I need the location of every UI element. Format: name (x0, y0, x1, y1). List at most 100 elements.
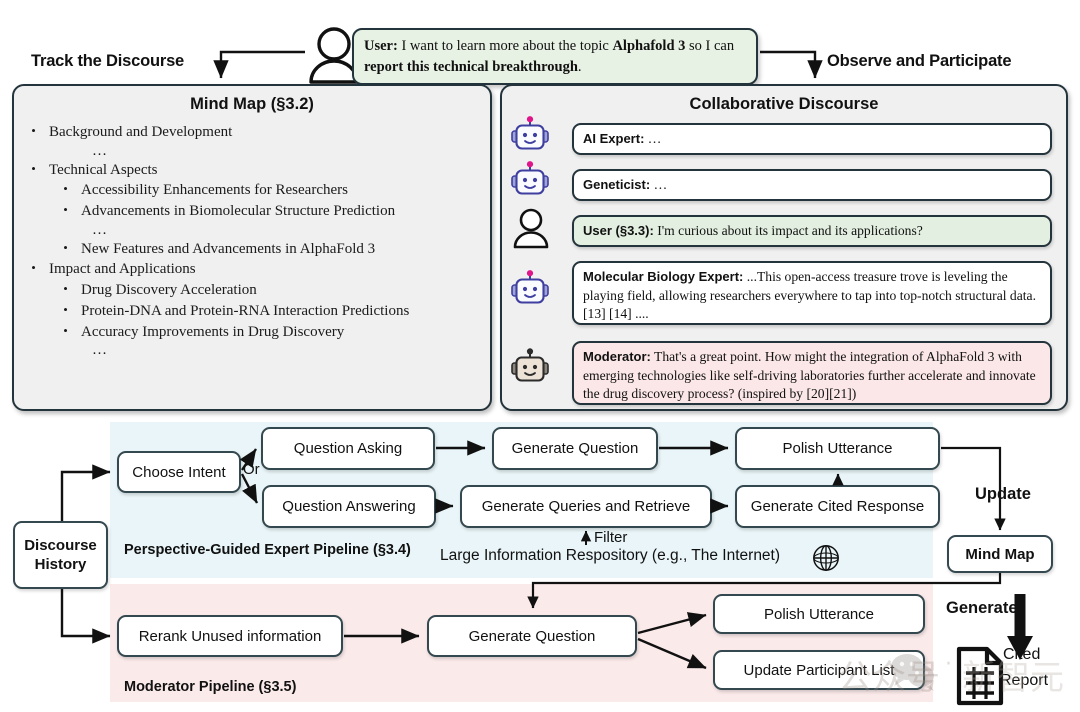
message-text: … (644, 130, 662, 146)
mind-map-item-label: Protein-DNA and Protein-RNA Interaction … (81, 302, 410, 319)
mind-map-item[interactable]: • Advancements in Biomolecular Structure … (14, 201, 490, 222)
node-label: Choose Intent (132, 463, 226, 481)
mind-map-ellipsis: … (92, 221, 107, 238)
bullet-icon: • (31, 160, 36, 176)
node-question-asking[interactable]: Question Asking (261, 427, 435, 470)
message-speaker: AI Expert: (583, 130, 645, 146)
user-prompt-text-2: so I can (685, 38, 735, 54)
user-prompt-bold-1: Alphafold 3 (612, 38, 686, 54)
node-update-participant-list[interactable]: Update Participant List (713, 650, 925, 690)
message-speaker: User (§3.3): (583, 222, 654, 238)
mind-map-item[interactable]: • Protein-DNA and Protein-RNA Interaction… (14, 301, 490, 322)
robot-blue-icon (509, 161, 551, 208)
node-generate-queries-and-retrieve[interactable]: Generate Queries and Retrieve (460, 485, 712, 528)
node-label: Polish Utterance (782, 440, 893, 457)
bullet-icon: • (63, 202, 68, 218)
node-generate-cited-response[interactable]: Generate Cited Response (735, 485, 940, 528)
robot-tan-icon (509, 348, 551, 395)
filter-label: Filter (594, 529, 628, 546)
message-speaker: Molecular Biology Expert: (583, 269, 744, 284)
node-rerank-unused-information[interactable]: Rerank Unused information (117, 615, 343, 657)
node-label: Update Participant List (743, 661, 895, 679)
node-discourse-history[interactable]: Discourse History (13, 521, 108, 589)
mind-map-item[interactable]: • Accuracy Improvements in Drug Discovery (14, 322, 490, 343)
watermark-dot: · (945, 652, 952, 677)
node-mind-map[interactable]: Mind Map (947, 535, 1053, 573)
message-text: … (650, 176, 668, 192)
user-prompt-speaker: User: (364, 38, 398, 54)
mind-map-item-label: Accuracy Improvements in Drug Discovery (81, 323, 345, 340)
bullet-icon: • (63, 181, 68, 197)
discourse-title: Collaborative Discourse (689, 95, 879, 113)
mind-map-item-label: Background and Development (49, 124, 233, 140)
node-question-answering[interactable]: Question Answering (262, 485, 436, 528)
node-polish-utterance-expert[interactable]: Polish Utterance (735, 427, 940, 470)
robot-blue-icon (509, 270, 551, 317)
user-prompt-text-3: . (577, 58, 582, 75)
node-label: Question Answering (282, 498, 416, 515)
mind-map-item-label: Drug Discovery Acceleration (81, 282, 257, 299)
mind-map-item-label: Impact and Applications (49, 261, 196, 278)
message-bubble-moderator: Moderator: That's a great point. How mig… (572, 341, 1052, 405)
user-avatar-icon (512, 207, 550, 254)
message-text: That's a great point. How might the inte… (583, 349, 1036, 402)
track-discourse-label: Track the Discourse (31, 52, 185, 70)
bullet-icon: • (63, 301, 68, 317)
expert-pipeline-caption: Perspective-Guided Expert Pipeline (§3.4… (124, 542, 411, 558)
node-label: Generate Queries and Retrieve (481, 498, 691, 515)
observe-participate-label: Observe and Participate (827, 52, 1012, 70)
node-label-line2: History (34, 556, 87, 573)
node-polish-utterance-moderator[interactable]: Polish Utterance (713, 594, 925, 634)
node-label: Polish Utterance (763, 605, 875, 623)
mind-map-item-label: Technical Aspects (49, 161, 158, 178)
message-bubble-user: User (§3.3): I'm curious about its impac… (572, 215, 1052, 247)
cited-report-label-line2: Report (1000, 672, 1049, 689)
update-label: Update (975, 485, 1031, 503)
mind-map-list: • Background and Development … • Technical A… (14, 122, 490, 359)
mind-map-item[interactable]: • Background and Development (14, 122, 490, 143)
bullet-icon: • (63, 281, 68, 297)
generate-label: Generate (946, 599, 1018, 617)
mind-map-item[interactable]: • Accessibility Enhancements for Research… (14, 180, 490, 201)
user-prompt-bubble: User: I want to learn more about the top… (352, 28, 758, 86)
node-choose-intent[interactable]: Choose Intent (117, 451, 241, 493)
message-speaker: Geneticist: (583, 176, 651, 192)
message-text: I'm curious about its impact and its app… (653, 222, 923, 238)
message-bubble-ai-expert: AI Expert: … (572, 123, 1052, 155)
message-bubble-molecular-biology-expert: Molecular Biology Expert: ...This open-a… (572, 261, 1052, 325)
mind-map-title: Mind Map (§3.2) (190, 95, 314, 113)
mind-map-ellipsis: … (92, 142, 107, 159)
globe-icon (812, 544, 840, 577)
mind-map-item[interactable]: • New Features and Advancements in AlphaF… (14, 239, 490, 260)
bullet-icon: • (63, 239, 68, 255)
node-label: Generate Question (468, 627, 596, 645)
moderator-pipeline-caption: Moderator Pipeline (§3.5) (124, 679, 297, 695)
user-prompt-bold-2: report this technical breakthrough (364, 58, 578, 75)
mind-map-item[interactable]: • Drug Discovery Acceleration (14, 280, 490, 301)
repository-label: Large Information Respository (e.g., The… (440, 547, 781, 564)
bullet-icon: • (31, 260, 36, 276)
mind-map-panel: Mind Map (§3.2) • Background and Developm… (12, 84, 492, 411)
robot-blue-icon (509, 116, 551, 163)
cited-report-label-line1: Cited (1003, 646, 1041, 663)
bullet-icon: • (31, 123, 36, 138)
node-label: Question Asking (293, 440, 403, 457)
node-generate-question-expert[interactable]: Generate Question (492, 427, 658, 470)
node-label: Rerank Unused information (138, 627, 322, 645)
mind-map-item-label: New Features and Advancements in AlphaFo… (81, 240, 376, 257)
message-bubble-geneticist: Geneticist: … (572, 169, 1052, 201)
mind-map-item-label: Accessibility Enhancements for Researche… (81, 182, 348, 199)
message-speaker: Moderator: (583, 349, 651, 364)
mind-map-item-label: Advancements in Biomolecular Structure P… (81, 203, 396, 220)
node-label: Generate Question (511, 440, 639, 457)
node-generate-question-moderator[interactable]: Generate Question (427, 615, 637, 657)
bullet-icon: • (63, 322, 68, 338)
node-label: Mind Map (965, 545, 1035, 563)
node-label-line1: Discourse (24, 536, 97, 554)
mind-map-ellipsis: … (92, 342, 107, 359)
node-label: Generate Cited Response (750, 498, 925, 515)
user-prompt-text-1: I want to learn more about the topic (397, 38, 613, 54)
mind-map-item[interactable]: • Technical Aspects (14, 160, 490, 181)
or-label: Or (243, 461, 260, 478)
mind-map-item[interactable]: • Impact and Applications (14, 259, 490, 280)
